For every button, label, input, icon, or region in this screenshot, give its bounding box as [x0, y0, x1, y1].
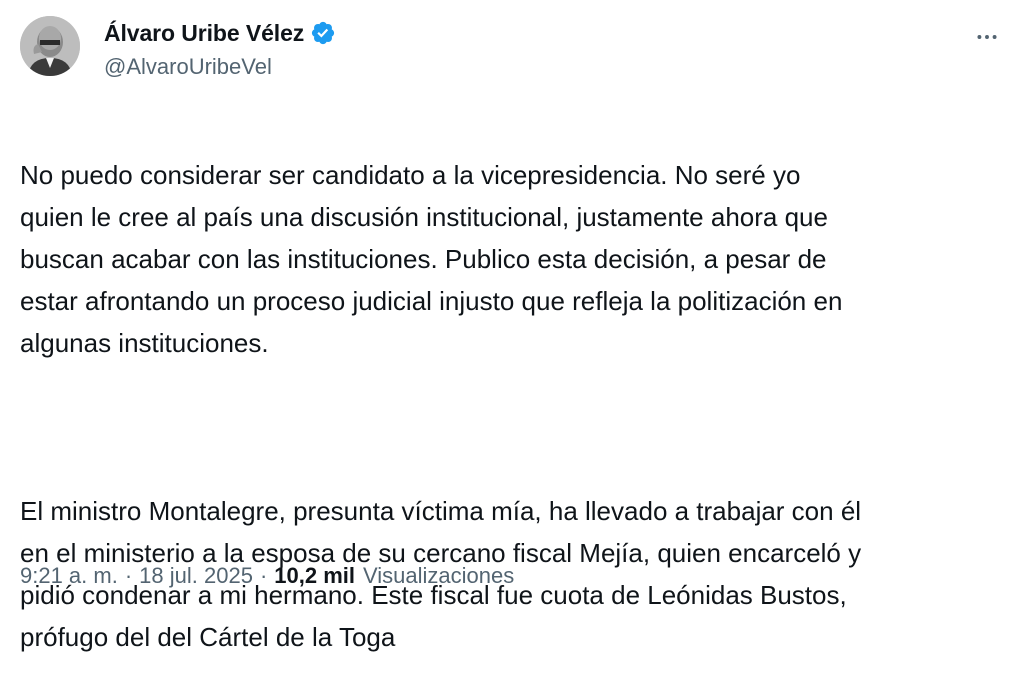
more-horizontal-icon — [977, 35, 997, 39]
tweet-text: No puedo considerar ser candidato a la v… — [20, 112, 1010, 700]
verified-badge-icon[interactable] — [310, 20, 336, 46]
tweet-date[interactable]: 18 jul. 2025 — [139, 563, 253, 589]
separator: · — [124, 563, 133, 588]
tweet-paragraph-1: No puedo considerar ser candidato a la v… — [20, 160, 843, 358]
tweet-metadata: 9:21 a. m. · 18 jul. 2025 · 10,2 mil Vis… — [20, 563, 514, 589]
views-label[interactable]: Visualizaciones — [363, 563, 514, 589]
more-options-button[interactable] — [970, 20, 1004, 54]
views-count[interactable]: 10,2 mil — [274, 563, 355, 589]
tweet-time[interactable]: 9:21 a. m. — [20, 563, 118, 589]
avatar[interactable] — [20, 16, 80, 76]
separator: · — [259, 563, 268, 588]
author-name-row: Álvaro Uribe Vélez — [104, 16, 336, 50]
avatar-photo — [20, 16, 80, 76]
author-name[interactable]: Álvaro Uribe Vélez — [104, 20, 304, 47]
author-handle[interactable]: @AlvaroUribeVel — [104, 54, 272, 80]
tweet-card: Álvaro Uribe Vélez @AlvaroUribeVel No pu… — [0, 0, 1024, 652]
